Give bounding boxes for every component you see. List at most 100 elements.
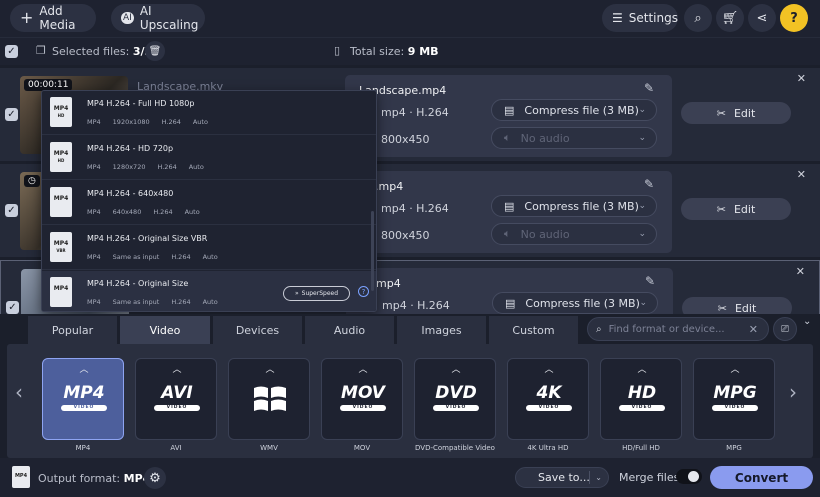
chevron-up-icon[interactable]: ︿ [229, 362, 311, 375]
compress-dropdown[interactable]: ▤ Compress file (3 MB) ⌄ [491, 99, 657, 121]
chevron-down-icon[interactable]: ⌄ [595, 473, 602, 482]
preset-item[interactable]: MP4 HD MP4 H.264 - HD 720p MP4 1280x720 H… [42, 136, 376, 180]
superspeed-badge[interactable]: » SuperSpeed [283, 286, 350, 301]
audio-dropdown[interactable]: 🔈︎ No audio ⌄ [491, 127, 657, 149]
format-tile[interactable]: ︿ MOV VIDEO [321, 358, 403, 440]
ai-upscaling-button[interactable]: AI AI Upscaling [111, 4, 205, 32]
output-resolution[interactable]: 800x450 [381, 229, 430, 242]
preset-item[interactable]: MP4 VBR MP4 H.264 - Original Size VBR MP4… [42, 226, 376, 270]
device-detect-button[interactable]: ⎚ [773, 317, 797, 341]
format-tile[interactable]: ︿ DVD VIDEO [414, 358, 496, 440]
merge-files-toggle[interactable] [676, 469, 702, 484]
chevron-up-icon[interactable]: ︿ [415, 362, 497, 375]
spec-resolution: Same as input [112, 298, 160, 306]
add-media-button[interactable]: + Add Media [10, 4, 96, 32]
edit-button[interactable]: ✂ Edit [681, 198, 791, 220]
format-tile[interactable]: ︿ MP4 VIDEO [42, 358, 124, 440]
files-icon: ❐ [36, 44, 46, 57]
output-settings-button[interactable]: ⚙ [144, 467, 166, 489]
edit-label: Edit [733, 202, 756, 216]
settings-button[interactable]: ☰ Settings [602, 4, 678, 32]
file-checkbox[interactable]: ✓ [5, 204, 18, 217]
preset-title: MP4 H.264 - Full HD 1080p [87, 99, 195, 108]
tab-popular[interactable]: Popular [28, 316, 117, 344]
format-4k[interactable]: ︿ 4K VIDEO 4K Ultra HD [507, 358, 589, 454]
output-format[interactable]: mp4 · H.264 [381, 202, 449, 215]
chevron-down-icon[interactable]: ⌄ [803, 316, 811, 327]
chevron-left-icon[interactable]: ‹ [15, 380, 23, 404]
format-mov[interactable]: ︿ MOV VIDEO MOV [321, 358, 403, 454]
preset-item[interactable]: MP4 HD MP4 H.264 - Full HD 1080p MP4 1920… [42, 91, 376, 135]
edit-button[interactable]: ✂ Edit [681, 102, 791, 124]
select-all-checkbox[interactable]: ✓ [5, 45, 18, 58]
spec-codec: H.264 [157, 163, 177, 171]
tab-video[interactable]: Video [120, 316, 210, 344]
format-wmv[interactable]: ︿ WMV [228, 358, 310, 454]
popup-scrollbar[interactable] [371, 211, 374, 291]
file-checkbox[interactable]: ✓ [6, 301, 19, 314]
chevron-up-icon[interactable]: ︿ [322, 362, 404, 375]
selected-files-text: Selected files: 3/3 [52, 45, 152, 58]
chevron-up-icon[interactable]: ︿ [601, 362, 683, 375]
spec-resolution: Same as input [112, 253, 160, 261]
output-format[interactable]: mp4 · H.264 [382, 299, 450, 312]
preset-specs: MP4 640x480 H.264 Auto [87, 208, 200, 216]
close-icon[interactable]: ✕ [797, 168, 806, 181]
cart-icon-button[interactable]: 🛒︎ [716, 4, 744, 32]
preset-specs: MP4 1920x1080 H.264 Auto [87, 118, 208, 126]
close-icon[interactable]: ✕ [797, 72, 806, 85]
help-button[interactable]: ? [780, 4, 808, 32]
preset-item[interactable]: MP4 MP4 H.264 - Original Size MP4 Same a… [42, 271, 376, 311]
output-resolution[interactable]: 800x450 [381, 133, 430, 146]
format-dvd[interactable]: ︿ DVD VIDEO DVD-Compatible Video [414, 358, 496, 454]
pencil-icon[interactable]: ✎ [644, 81, 654, 95]
format-tile[interactable]: ︿ [228, 358, 310, 440]
format-tile[interactable]: ︿ AVI VIDEO [135, 358, 217, 440]
tab-audio[interactable]: Audio [305, 316, 394, 344]
file-checkbox[interactable]: ✓ [5, 108, 18, 121]
share-icon-button[interactable]: ⋖ [748, 4, 776, 32]
tab-devices[interactable]: Devices [213, 316, 302, 344]
total-size-value: 9 MB [407, 45, 439, 58]
format-mpg[interactable]: ︿ MPG VIDEO MPG [693, 358, 775, 454]
compress-icon: ▤ [504, 199, 515, 213]
preset-item[interactable]: MP4 MP4 H.264 - 640x480 MP4 640x480 H.26… [42, 181, 376, 225]
chevron-right-icon[interactable]: › [789, 380, 797, 404]
search-icon-button[interactable]: ⌕ [684, 4, 712, 32]
help-icon[interactable]: ? [358, 286, 369, 297]
tab-custom[interactable]: Custom [489, 316, 578, 344]
scissors-icon: ✂ [716, 106, 726, 120]
output-format[interactable]: mp4 · H.264 [381, 106, 449, 119]
format-tile[interactable]: ︿ 4K VIDEO [507, 358, 589, 440]
close-icon[interactable]: ✕ [796, 265, 805, 278]
search-input[interactable]: Find format or device... [609, 324, 725, 335]
selection-bar: ✓ ❐ Selected files: 3/3 🗑︎ ▯ Total size:… [0, 37, 820, 65]
spec-resolution: 1920x1080 [112, 118, 150, 126]
format-hd[interactable]: ︿ HD VIDEO HD/Full HD [600, 358, 682, 454]
clear-icon[interactable]: ✕ [749, 323, 758, 336]
preset-title: MP4 H.264 - 640x480 [87, 189, 174, 198]
preset-specs: MP4 Same as input H.264 Auto [87, 298, 218, 306]
convert-button[interactable]: Convert [710, 466, 813, 489]
pencil-icon[interactable]: ✎ [645, 274, 655, 288]
format-avi[interactable]: ︿ AVI VIDEO AVI [135, 358, 217, 454]
chevron-up-icon[interactable]: ︿ [43, 362, 125, 375]
compress-dropdown[interactable]: ▤ Compress file (3 MB) ⌄ [491, 195, 657, 217]
format-tile[interactable]: ︿ MPG VIDEO [693, 358, 775, 440]
tab-images[interactable]: Images [397, 316, 486, 344]
chevron-up-icon[interactable]: ︿ [694, 362, 776, 375]
cart-icon: 🛒︎ [721, 10, 739, 26]
format-tile[interactable]: ︿ HD VIDEO [600, 358, 682, 440]
save-to-dropdown[interactable]: Save to... ⌄ [515, 467, 609, 488]
format-search-field[interactable]: ⌕ Find format or device... ✕ [587, 317, 769, 341]
audio-dropdown[interactable]: 🔈︎ No audio ⌄ [491, 223, 657, 245]
pencil-icon[interactable]: ✎ [644, 177, 654, 191]
format-label: AVI [170, 444, 182, 452]
format-mp4[interactable]: ︿ MP4 VIDEO MP4 [42, 358, 124, 454]
chevron-up-icon[interactable]: ︿ [508, 362, 590, 375]
chevron-up-icon[interactable]: ︿ [136, 362, 218, 375]
delete-button[interactable]: 🗑︎ [145, 41, 165, 61]
spec-bitrate: Auto [202, 253, 218, 261]
compress-dropdown[interactable]: ▤ Compress file (3 MB) ⌄ [492, 292, 658, 314]
preset-title: MP4 H.264 - HD 720p [87, 144, 174, 153]
